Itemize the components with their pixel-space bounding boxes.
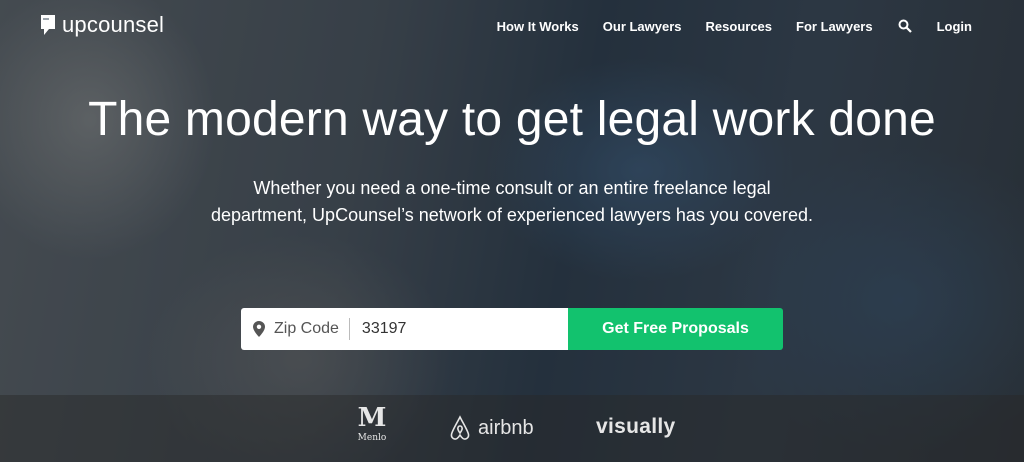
menlo-logo-text: Menlo [357, 433, 387, 443]
search-icon[interactable] [897, 18, 913, 34]
subtitle-line-2: department, UpCounsel’s network of exper… [211, 205, 813, 225]
nav-how-it-works[interactable]: How It Works [497, 19, 579, 34]
visually-logo: visually [596, 415, 676, 438]
logo-mark-icon [41, 15, 55, 35]
logo-text: upcounsel [62, 12, 165, 37]
location-pin-icon [253, 321, 265, 337]
airbnb-logo: airbnb [448, 415, 534, 441]
zip-code-input[interactable] [359, 319, 544, 339]
zip-code-label: Zip Code [274, 318, 350, 340]
nav-resources[interactable]: Resources [706, 19, 772, 34]
login-link[interactable]: Login [937, 19, 972, 34]
airbnb-icon [450, 415, 470, 440]
nav-our-lawyers[interactable]: Our Lawyers [603, 19, 682, 34]
page-title: The modern way to get legal work done [88, 93, 936, 146]
nav-for-lawyers[interactable]: For Lawyers [796, 19, 873, 34]
hero-background [0, 0, 1024, 462]
partner-logos-strip: M Menlo airbnb visually [0, 395, 1024, 462]
menlo-logo: M Menlo [352, 405, 392, 443]
airbnb-logo-text: airbnb [478, 416, 534, 439]
get-free-proposals-button[interactable]: Get Free Proposals [568, 308, 783, 350]
menlo-logo-letter: M [357, 403, 387, 433]
top-nav: upcounsel How It Works Our Lawyers Resou… [0, 0, 1024, 54]
logo[interactable]: upcounsel [40, 12, 164, 38]
subtitle-line-1: Whether you need a one-time consult or a… [253, 178, 771, 198]
nav-menu: How It Works Our Lawyers Resources For L… [497, 18, 972, 34]
hero-section: upcounsel How It Works Our Lawyers Resou… [0, 0, 1024, 462]
page-subtitle: Whether you need a one-time consult or a… [0, 175, 1024, 229]
zip-field-container[interactable]: Zip Code [241, 308, 568, 350]
zip-search-form: Zip Code Get Free Proposals [241, 308, 783, 350]
